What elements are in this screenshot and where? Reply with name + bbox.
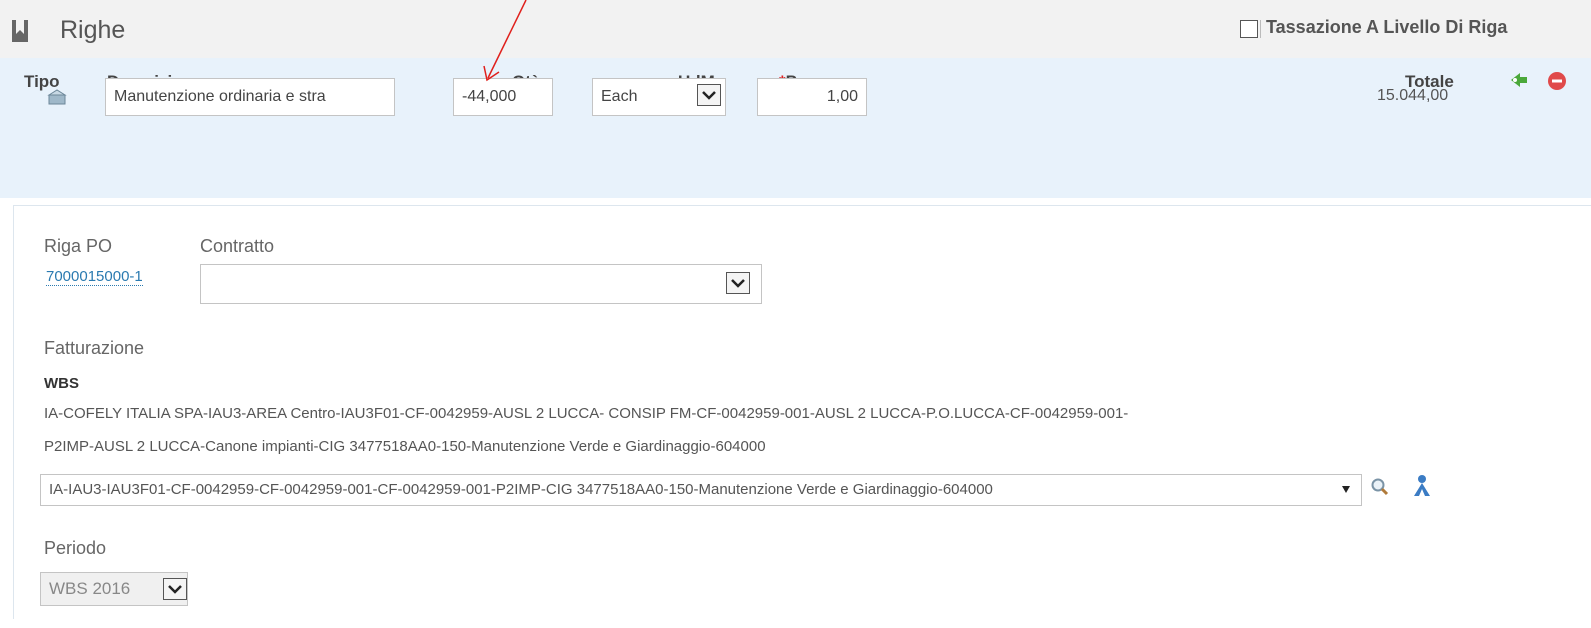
tax-line-level-label: Tassazione A Livello Di Riga — [1266, 17, 1508, 37]
periodo-label: Periodo — [44, 538, 107, 558]
dropdown-triangle-icon[interactable] — [1342, 486, 1350, 493]
riga-po-link[interactable]: 7000015000-1 — [46, 268, 143, 286]
wbs-description-line2: P2IMP-AUSL 2 LUCCA-Canone impianti-CIG 3… — [44, 438, 766, 455]
wbs-description-line1: IA-COFELY ITALIA SPA-IAU3-AREA Centro-IA… — [44, 405, 1129, 422]
catalog-item-icon — [47, 89, 67, 105]
page-title: Righe — [60, 16, 126, 44]
section-header: Righe Tassazione A Livello Di Riga — [0, 0, 1591, 58]
periodo-dropdown-button[interactable] — [163, 578, 187, 600]
chevron-down-icon — [702, 91, 716, 100]
price-input[interactable]: 1,00 — [757, 78, 867, 116]
contratto-select[interactable] — [200, 264, 762, 304]
hierarchy-icon[interactable] — [1411, 474, 1433, 498]
chevron-down-icon — [168, 585, 182, 594]
annotation-arrow-icon — [483, 0, 527, 82]
descrizione-input[interactable]: Manutenzione ordinaria e stra — [105, 78, 395, 116]
magnifier-icon[interactable] — [1370, 477, 1390, 497]
riga-po-label: Riga PO — [44, 236, 113, 256]
wbs-label: WBS — [44, 375, 79, 392]
fatturazione-label: Fatturazione — [44, 338, 145, 358]
contratto-label: Contratto — [200, 236, 275, 256]
chevron-down-icon — [731, 279, 745, 288]
line-total-value: 15.044,00 — [1377, 87, 1449, 104]
divider — [1260, 20, 1261, 38]
contratto-dropdown-button[interactable] — [726, 272, 750, 294]
split-line-icon[interactable] — [1509, 71, 1529, 89]
udm-dropdown-button[interactable] — [697, 84, 721, 106]
wbs-select[interactable]: IA-IAU3-IAU3F01-CF-0042959-CF-0042959-00… — [40, 474, 1362, 506]
bookmark-icon — [12, 20, 28, 42]
delete-line-icon[interactable] — [1547, 71, 1567, 91]
tax-line-level-checkbox[interactable] — [1240, 20, 1258, 38]
